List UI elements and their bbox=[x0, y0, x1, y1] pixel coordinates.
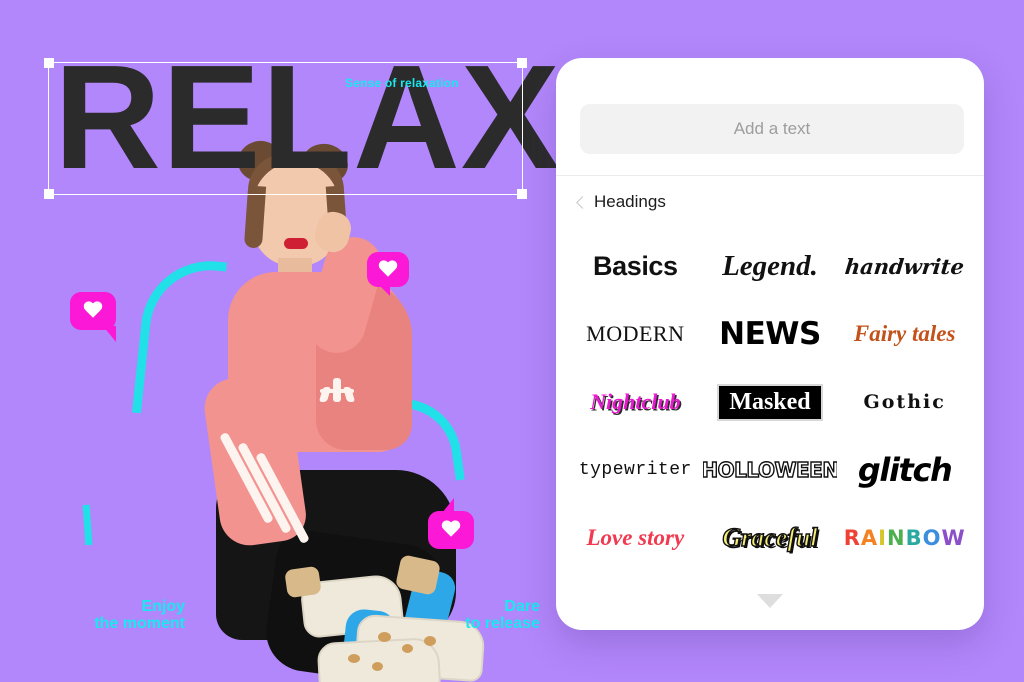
caption-enjoy-the-moment[interactable]: Enjoy the moment bbox=[40, 598, 185, 632]
lips bbox=[284, 238, 308, 249]
leopard-spot bbox=[402, 644, 413, 653]
font-style-option[interactable]: Basics bbox=[568, 232, 703, 300]
rainbow-letter: W bbox=[941, 526, 966, 550]
font-style-label: HOLLOWEEN bbox=[702, 457, 838, 482]
font-style-option[interactable]: typewriter bbox=[568, 436, 703, 504]
caption-dare-to-release[interactable]: Dare to release bbox=[420, 598, 540, 632]
font-style-option[interactable]: Love story bbox=[568, 504, 703, 572]
heart-icon bbox=[83, 302, 103, 320]
leopard-spot bbox=[372, 662, 383, 671]
editor-canvas: RELAX Sense of relaxation Enjoy the mome… bbox=[0, 0, 1024, 682]
font-style-label: Basics bbox=[592, 250, 678, 281]
scroll-down-triangle-icon[interactable] bbox=[757, 594, 783, 608]
bubble-tail bbox=[438, 498, 454, 513]
font-style-option[interactable]: NEWS bbox=[703, 300, 838, 368]
font-style-option[interactable]: Legend. bbox=[703, 232, 838, 300]
font-style-label: handwrite bbox=[843, 253, 966, 279]
font-style-label: Love story bbox=[586, 525, 685, 550]
rainbow-letter: N bbox=[886, 526, 906, 550]
add-text-input[interactable] bbox=[580, 104, 964, 154]
font-style-option[interactable]: handwrite bbox=[837, 232, 972, 300]
font-style-option[interactable]: RAINBOW bbox=[837, 504, 972, 572]
font-style-label: RAINBOW bbox=[844, 526, 966, 550]
model-photo bbox=[120, 137, 486, 682]
font-style-option[interactable]: Nightclub bbox=[568, 368, 703, 436]
font-style-label: Legend. bbox=[722, 249, 818, 282]
headline-text[interactable]: RELAX bbox=[54, 44, 561, 192]
font-style-label: NEWS bbox=[719, 316, 821, 352]
font-style-label: typewriter bbox=[578, 460, 692, 480]
caption-line-1: Dare bbox=[504, 598, 540, 615]
font-style-option[interactable]: Graceful bbox=[703, 504, 838, 572]
caption-line-1: Enjoy bbox=[141, 598, 185, 615]
caption-line-2: to release bbox=[465, 615, 540, 632]
bubble-tail bbox=[371, 282, 390, 296]
font-style-option[interactable]: MODERN bbox=[568, 300, 703, 368]
leopard-spot bbox=[348, 654, 360, 663]
rainbow-letter: O bbox=[922, 526, 942, 550]
rainbow-letter: R bbox=[843, 526, 861, 550]
panel-divider bbox=[556, 175, 984, 176]
font-style-option[interactable]: glitch bbox=[837, 436, 972, 504]
rainbow-letter: A bbox=[860, 526, 879, 550]
back-to-categories-button[interactable]: Headings bbox=[576, 192, 666, 212]
rainbow-letter: I bbox=[878, 526, 887, 550]
heart-speech-bubble bbox=[428, 498, 474, 549]
font-style-label: glitch bbox=[857, 451, 953, 489]
font-style-option[interactable]: Fairy tales bbox=[837, 300, 972, 368]
heart-icon bbox=[378, 260, 398, 278]
heart-speech-bubble bbox=[367, 252, 409, 296]
font-style-label: Graceful bbox=[722, 522, 819, 552]
font-style-label: Fairy tales bbox=[853, 321, 956, 346]
text-styles-panel: Headings Basics Legend. handwrite MODERN NEW… bbox=[556, 58, 984, 630]
rainbow-letter: B bbox=[905, 526, 923, 550]
resize-handle-top-left[interactable] bbox=[44, 58, 54, 68]
font-style-label: Masked bbox=[717, 383, 823, 421]
font-style-option[interactable]: Masked bbox=[703, 368, 838, 436]
bubble-tail bbox=[94, 326, 116, 342]
leopard-spot bbox=[424, 636, 436, 646]
chevron-left-icon bbox=[576, 195, 589, 209]
heart-speech-bubble bbox=[70, 292, 116, 342]
sneaker-left bbox=[316, 636, 442, 682]
font-style-label: Gothic bbox=[863, 391, 946, 413]
cyan-bar-decoration bbox=[82, 504, 93, 546]
brand-trefoil-logo bbox=[318, 376, 356, 402]
heart-icon bbox=[441, 521, 461, 539]
caption-sense-of-relaxation[interactable]: Sense of relaxation bbox=[345, 76, 459, 90]
leopard-spot bbox=[378, 632, 391, 642]
caption-line-2: the moment bbox=[94, 615, 185, 632]
font-style-option[interactable]: Gothic bbox=[837, 368, 972, 436]
font-style-grid: Basics Legend. handwrite MODERN NEWS Fairy ta… bbox=[568, 232, 972, 572]
resize-handle-bottom-left[interactable] bbox=[44, 189, 54, 199]
font-style-label: Nightclub bbox=[590, 389, 681, 414]
leopard-cuff-left bbox=[284, 565, 322, 599]
category-label: Headings bbox=[594, 192, 666, 211]
font-style-option[interactable]: HOLLOWEEN bbox=[703, 436, 838, 504]
font-style-label: MODERN bbox=[586, 321, 685, 346]
